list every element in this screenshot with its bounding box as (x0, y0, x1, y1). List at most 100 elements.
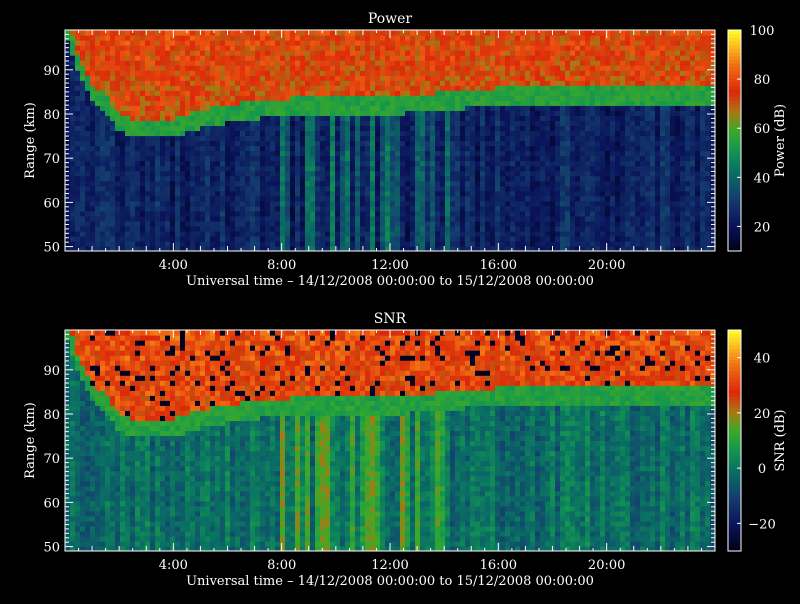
heatmap-cell (560, 220, 566, 227)
heatmap-cell (205, 205, 211, 212)
heatmap-cell (165, 60, 171, 66)
heatmap-cell (475, 30, 481, 36)
heatmap-cell (115, 140, 121, 147)
heatmap-cell (395, 75, 401, 81)
heatmap-cell (80, 135, 86, 142)
heatmap-cell (355, 125, 361, 132)
heatmap-cell (355, 185, 361, 192)
heatmap-cell (70, 50, 76, 56)
heatmap-cell (510, 145, 516, 152)
heatmap-cell (480, 135, 486, 142)
heatmap-cell (390, 100, 396, 106)
heatmap-cell (305, 190, 311, 197)
heatmap-cell (265, 125, 271, 132)
heatmap-cell (275, 75, 281, 81)
heatmap-cell (220, 120, 226, 127)
heatmap-cell (240, 105, 246, 111)
heatmap-cell (155, 170, 161, 177)
heatmap-cell (330, 90, 336, 96)
heatmap-cell (185, 85, 191, 91)
heatmap-cell (230, 110, 236, 116)
heatmap-cell (445, 155, 451, 162)
heatmap-cell (480, 60, 486, 66)
heatmap-cell (265, 160, 271, 167)
heatmap-cell (250, 155, 256, 162)
heatmap-cell (105, 50, 111, 56)
heatmap-cell (625, 210, 631, 217)
heatmap-cell (300, 30, 306, 36)
heatmap-cell (220, 235, 226, 242)
heatmap-cell (340, 70, 346, 76)
heatmap-cell (615, 230, 621, 237)
heatmap-cell (570, 105, 576, 111)
heatmap-cell (175, 235, 181, 242)
heatmap-cell (560, 65, 566, 71)
heatmap-cell (565, 205, 571, 212)
heatmap-cell (360, 80, 366, 86)
heatmap-cell (265, 140, 271, 147)
heatmap-cell (415, 105, 421, 111)
heatmap-cell (620, 100, 626, 106)
heatmap-cell (75, 160, 81, 167)
heatmap-cell (210, 50, 216, 56)
heatmap-cell (320, 80, 326, 86)
heatmap-cell (365, 115, 371, 122)
heatmap-cell (555, 200, 561, 207)
heatmap-cell (485, 65, 491, 71)
heatmap-cell (330, 200, 336, 207)
heatmap-cell (140, 55, 146, 61)
heatmap-cell (175, 40, 181, 46)
heatmap-cell (85, 35, 91, 41)
heatmap-cell (375, 110, 381, 116)
heatmap-cell (325, 30, 331, 36)
heatmap-cell (550, 90, 556, 96)
heatmap-cell (595, 140, 601, 147)
heatmap-cell (215, 140, 221, 147)
heatmap-cell (280, 40, 286, 46)
heatmap-cell (115, 125, 121, 132)
heatmap-cell (600, 65, 606, 71)
heatmap-cell (240, 95, 246, 101)
heatmap-cell (405, 130, 411, 137)
heatmap-cell (380, 35, 386, 41)
heatmap-cell (120, 65, 126, 71)
heatmap-cell (150, 45, 156, 51)
heatmap-cell (615, 225, 621, 232)
heatmap-cell (555, 50, 561, 56)
heatmap-cell (625, 200, 631, 207)
heatmap-cell (250, 160, 256, 167)
heatmap-cell (620, 125, 626, 132)
heatmap-cell (605, 160, 611, 167)
heatmap-cell (260, 190, 266, 197)
heatmap-cell (515, 235, 521, 242)
heatmap-cell (500, 45, 506, 51)
heatmap-cell (160, 100, 166, 106)
heatmap-cell (410, 70, 416, 76)
heatmap-cell (210, 30, 216, 36)
heatmap-cell (95, 65, 101, 71)
heatmap-cell (265, 65, 271, 71)
heatmap-cell (90, 155, 96, 162)
heatmap-cell (305, 225, 311, 232)
heatmap-cell (260, 110, 266, 116)
heatmap-cell (365, 65, 371, 71)
heatmap-cell (125, 120, 131, 127)
heatmap-cell (560, 185, 566, 192)
heatmap-cell (570, 205, 576, 212)
heatmap-cell (465, 170, 471, 177)
heatmap-cell (135, 135, 141, 142)
heatmap-cell (115, 30, 121, 36)
heatmap-cell (225, 110, 231, 116)
heatmap-cell (300, 220, 306, 227)
heatmap-cell (85, 200, 91, 207)
heatmap-cell (335, 170, 341, 177)
heatmap-cell (295, 215, 301, 222)
heatmap-cell (530, 235, 536, 242)
heatmap-cell (410, 95, 416, 101)
heatmap-cell (215, 180, 221, 187)
heatmap-cell (190, 140, 196, 147)
heatmap-cell (175, 220, 181, 227)
heatmap-cell (300, 145, 306, 152)
heatmap-cell (550, 70, 556, 76)
heatmap-cell (585, 75, 591, 81)
